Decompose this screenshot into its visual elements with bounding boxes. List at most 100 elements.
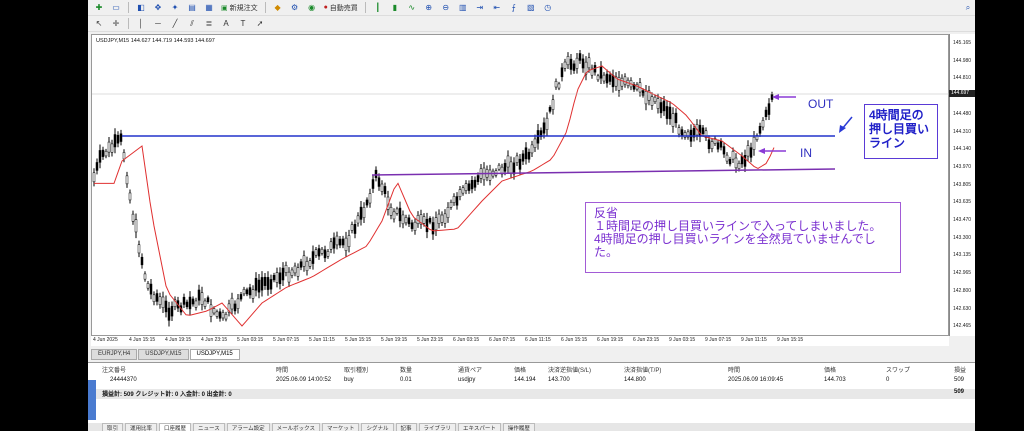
column-header[interactable]: 取引種別: [344, 365, 368, 374]
terminal-icon[interactable]: ▤: [185, 2, 199, 14]
candle-body: [353, 224, 357, 234]
candle-body: [707, 139, 711, 150]
terminal-tab[interactable]: 取引: [102, 423, 124, 431]
candle-body: [563, 61, 567, 69]
candle-body: [407, 217, 411, 225]
chart-shift-icon[interactable]: ⇤: [490, 2, 504, 14]
column-header[interactable]: 時間: [728, 365, 740, 374]
chart-tab[interactable]: USDJPY,M15: [138, 349, 189, 360]
candle-body: [371, 179, 375, 189]
templates-icon[interactable]: ▧: [524, 2, 538, 14]
horizontal-line-icon[interactable]: ─: [151, 18, 165, 30]
candle-body: [623, 76, 627, 85]
candle-body: [749, 147, 753, 158]
new-chart-icon[interactable]: ✚: [92, 2, 106, 14]
chart-tab[interactable]: EURJPY,H4: [91, 349, 138, 360]
chart-tab[interactable]: USDJPY,M15: [189, 349, 240, 360]
time-axis[interactable]: 4 Jun 2025 4 Jun 15:15 4 Jun 19:15 4 Jun 23…: [91, 336, 949, 346]
candle-body: [170, 306, 174, 317]
navigator-icon[interactable]: ✦: [168, 2, 182, 14]
column-header[interactable]: 損益: [954, 365, 966, 374]
auto-trade-button[interactable]: ● 自動売買: [322, 2, 360, 14]
terminal-tab[interactable]: エキスパート: [458, 423, 501, 431]
column-header[interactable]: 価格: [514, 365, 526, 374]
terminal-tab[interactable]: ライブラリ: [418, 423, 457, 431]
terminal-tab[interactable]: ニュース: [193, 423, 225, 431]
terminal-tab[interactable]: 口座履歴: [159, 423, 192, 431]
candle-body: [152, 294, 156, 303]
column-header[interactable]: 価格: [824, 365, 836, 374]
data-window-icon[interactable]: ✥: [151, 2, 165, 14]
candle-body: [395, 208, 399, 214]
search-icon[interactable]: ⌕: [961, 2, 975, 14]
candle-body: [740, 155, 744, 165]
four-hour-note-line: 4時間足の: [869, 108, 924, 122]
candle-body: [548, 107, 552, 112]
vertical-line-icon[interactable]: │: [134, 18, 148, 30]
crosshair-icon[interactable]: ✛: [109, 18, 123, 30]
terminal-tab[interactable]: 運用比率: [125, 423, 158, 431]
candle-body: [311, 251, 315, 264]
column-header[interactable]: 決済指値(T/P): [624, 365, 661, 374]
terminal-tab[interactable]: 記事: [395, 423, 417, 431]
price-chart[interactable]: USDJPY,M15 144.627 144.719 144.593 144.6…: [91, 34, 950, 336]
zoom-out-icon[interactable]: ⊖: [439, 2, 453, 14]
signals-icon[interactable]: ◉: [305, 2, 319, 14]
out-label: OUT: [808, 97, 834, 111]
tester-icon[interactable]: ▦: [202, 2, 216, 14]
terminal-tab[interactable]: アラーム設定: [226, 423, 270, 431]
candle-body: [677, 127, 681, 135]
auto-trade-icon: ●: [323, 4, 328, 11]
trendline-icon[interactable]: ╱: [168, 18, 182, 30]
text-icon[interactable]: A: [219, 18, 233, 30]
table-row[interactable]: 24444370 2025.06.09 14:00:52 buy 0.01 usdjpy…: [96, 377, 975, 387]
auto-trade-label: 自動売買: [329, 4, 358, 12]
zoom-in-icon[interactable]: ⊕: [422, 2, 436, 14]
column-header[interactable]: 時間: [276, 365, 288, 374]
price-axis[interactable]: 145.165144.980144.810144.645144.480144.3…: [949, 34, 975, 336]
candle-body: [581, 58, 585, 69]
table-cell: 0.01: [400, 377, 412, 383]
autoscroll-icon[interactable]: ⇥: [473, 2, 487, 14]
new-order-button[interactable]: ▣ 新規注文: [219, 2, 260, 14]
candle-body: [302, 255, 306, 267]
separator: [128, 18, 129, 29]
terminal-tab[interactable]: シグナル: [361, 423, 394, 431]
candle-chart-icon[interactable]: ▮: [388, 2, 402, 14]
tile-icon[interactable]: ▥: [456, 2, 470, 14]
label-icon[interactable]: T: [236, 18, 250, 30]
candle-body: [728, 159, 732, 165]
column-header[interactable]: 決済逆指値(S/L): [548, 365, 591, 374]
terminal-tab[interactable]: 操作履歴: [502, 423, 535, 431]
market-watch-icon[interactable]: ◧: [134, 2, 148, 14]
column-header[interactable]: 通貨ペア: [458, 365, 482, 374]
candle-body: [308, 260, 312, 267]
arrow-icon[interactable]: ➚: [253, 18, 267, 30]
toolbox-vertical-tab[interactable]: [88, 380, 96, 420]
periods-icon[interactable]: ◷: [541, 2, 555, 14]
profiles-icon[interactable]: ▭: [109, 2, 123, 14]
terminal-tab[interactable]: メールボックス: [271, 423, 320, 431]
channel-icon[interactable]: ⫽: [185, 18, 199, 30]
indicators-icon[interactable]: ⨍: [507, 2, 521, 14]
candle-body: [524, 147, 528, 160]
candle-body: [305, 261, 309, 272]
fibonacci-icon[interactable]: ≣: [202, 18, 216, 30]
options-icon[interactable]: ⚙: [288, 2, 302, 14]
bar-chart-icon[interactable]: ┃: [371, 2, 385, 14]
candle-body: [299, 261, 303, 268]
candle-body: [413, 221, 417, 231]
terminal-tab[interactable]: マーケット: [321, 423, 360, 431]
metaeditor-icon[interactable]: ◆: [271, 2, 285, 14]
candle-body: [167, 307, 171, 321]
column-header[interactable]: 数量: [400, 365, 412, 374]
candle-body: [431, 222, 435, 235]
candle-body: [761, 120, 765, 128]
line-chart-icon[interactable]: ∿: [405, 2, 419, 14]
cursor-icon[interactable]: ↖: [92, 18, 106, 30]
time-tick: 4 Jun 19:15: [165, 337, 192, 343]
candle-body: [116, 134, 120, 144]
column-header[interactable]: スワップ: [886, 365, 910, 374]
column-header[interactable]: 注文番号: [102, 365, 126, 374]
price-tick: 144.980: [953, 57, 972, 64]
